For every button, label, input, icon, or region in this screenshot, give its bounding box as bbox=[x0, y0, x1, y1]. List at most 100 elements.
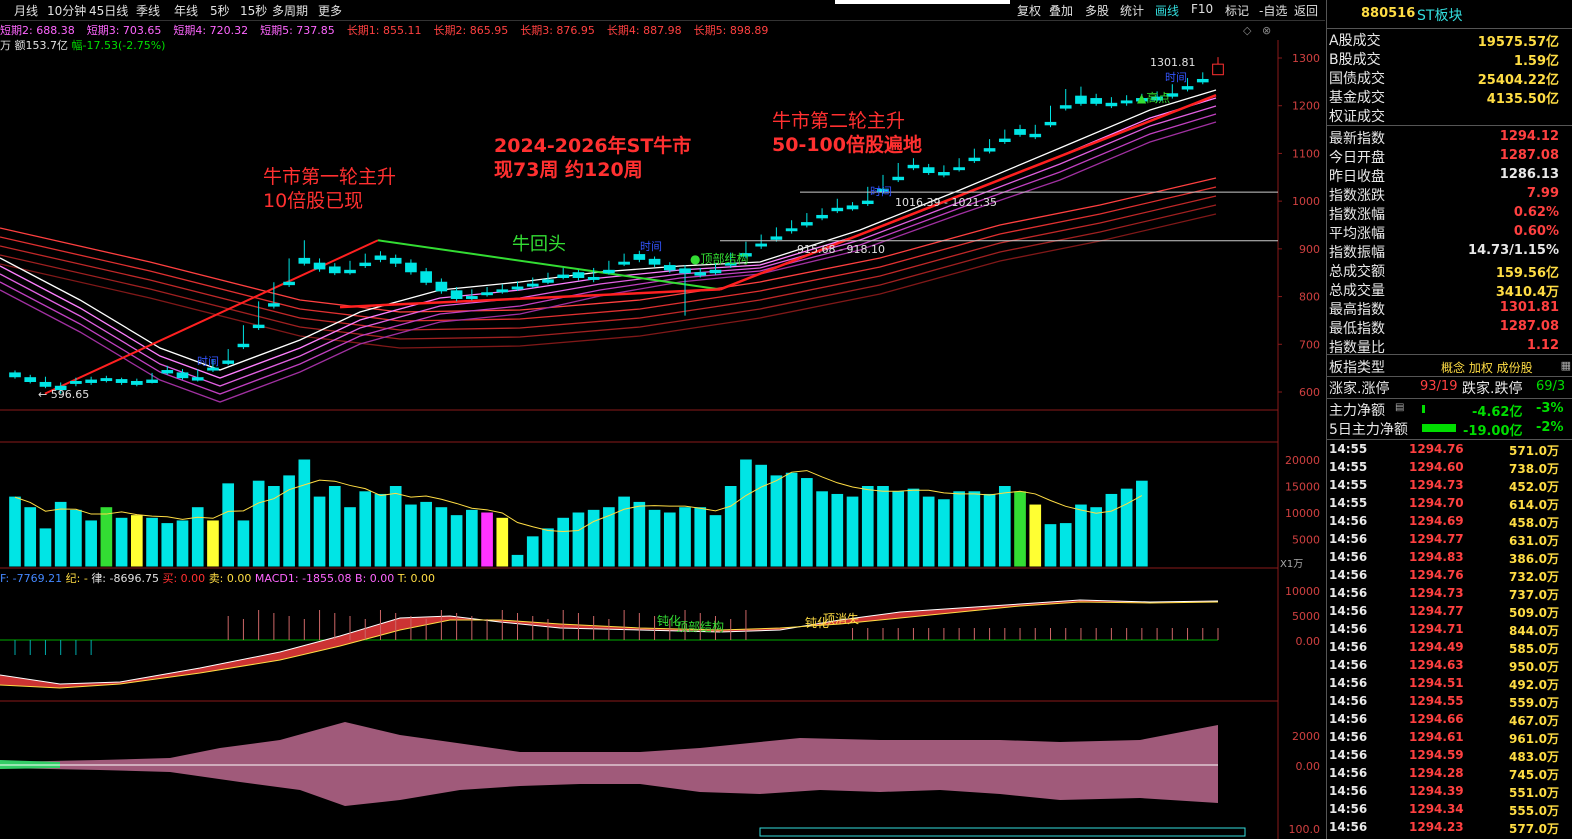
candle[interactable] bbox=[24, 377, 37, 383]
candle[interactable] bbox=[526, 283, 539, 287]
tool-button-6[interactable]: 标记 bbox=[1222, 1, 1252, 20]
candle[interactable] bbox=[1014, 129, 1026, 135]
tool-button-5[interactable]: F10 bbox=[1188, 1, 1216, 17]
tab-7[interactable]: 多周期 bbox=[272, 2, 308, 19]
tick-row[interactable]: 14:56 1294.49 585.0万 bbox=[1327, 639, 1572, 657]
candle[interactable] bbox=[176, 372, 189, 379]
tool-button-8[interactable]: 返回 bbox=[1291, 1, 1321, 20]
candle[interactable] bbox=[1181, 86, 1194, 90]
candle[interactable] bbox=[39, 381, 52, 387]
candle[interactable] bbox=[115, 379, 128, 383]
candle[interactable] bbox=[968, 157, 981, 162]
candle[interactable] bbox=[542, 279, 554, 283]
candle[interactable] bbox=[435, 281, 448, 292]
board-type-value[interactable]: 概念 加权 成份股 bbox=[1441, 359, 1533, 376]
candle[interactable] bbox=[557, 274, 570, 278]
candle[interactable] bbox=[70, 381, 82, 384]
candle[interactable] bbox=[709, 269, 722, 274]
candle[interactable] bbox=[785, 228, 798, 232]
candle[interactable] bbox=[100, 378, 113, 382]
candle[interactable] bbox=[85, 379, 97, 383]
tick-row[interactable]: 14:56 1294.63 950.0万 bbox=[1327, 657, 1572, 675]
tool-button-3[interactable]: 统计 bbox=[1117, 1, 1147, 20]
candle[interactable] bbox=[907, 164, 920, 169]
tick-row[interactable]: 14:56 1294.66 467.0万 bbox=[1327, 711, 1572, 729]
tick-row[interactable]: 14:56 1294.73 737.0万 bbox=[1327, 585, 1572, 603]
candle[interactable] bbox=[861, 200, 874, 205]
candle[interactable] bbox=[618, 261, 630, 265]
candle[interactable] bbox=[130, 381, 143, 385]
tab-3[interactable]: 季线 bbox=[136, 2, 160, 19]
candle[interactable] bbox=[922, 167, 935, 174]
tool-button-4[interactable]: 画线 bbox=[1152, 1, 1182, 20]
candle[interactable] bbox=[9, 372, 21, 378]
board-grid-icon[interactable]: ▦ bbox=[1561, 359, 1571, 372]
candle[interactable] bbox=[831, 207, 844, 212]
tab-4[interactable]: 年线 bbox=[174, 2, 198, 19]
candle[interactable] bbox=[1059, 105, 1072, 109]
candle[interactable] bbox=[892, 176, 905, 181]
tick-row[interactable]: 14:56 1294.77 631.0万 bbox=[1327, 531, 1572, 549]
candle[interactable] bbox=[313, 262, 326, 270]
candle[interactable] bbox=[648, 258, 661, 265]
candle[interactable] bbox=[938, 172, 950, 176]
candle[interactable] bbox=[268, 303, 280, 307]
tool-button-0[interactable]: 复权 bbox=[1014, 1, 1044, 20]
candle[interactable] bbox=[998, 138, 1011, 143]
tick-row[interactable]: 14:56 1294.71 844.0万 bbox=[1327, 621, 1572, 639]
tick-row[interactable]: 14:55 1294.60 738.0万 bbox=[1327, 459, 1572, 477]
candle[interactable] bbox=[374, 255, 387, 260]
candle[interactable] bbox=[572, 272, 585, 278]
candle[interactable] bbox=[633, 254, 646, 260]
candle[interactable] bbox=[1105, 102, 1118, 107]
candle[interactable] bbox=[466, 296, 478, 299]
tick-row[interactable]: 14:56 1294.76 732.0万 bbox=[1327, 567, 1572, 585]
tab-5[interactable]: 5秒 bbox=[210, 2, 230, 19]
candle[interactable] bbox=[1090, 98, 1103, 104]
candle[interactable] bbox=[953, 167, 965, 171]
candle[interactable] bbox=[359, 262, 372, 267]
tab-2[interactable]: 45日线 bbox=[89, 2, 128, 19]
tick-row[interactable]: 14:56 1294.23 577.0万 bbox=[1327, 819, 1572, 837]
candle[interactable] bbox=[496, 289, 509, 293]
candle[interactable] bbox=[694, 272, 707, 276]
candle[interactable] bbox=[1075, 95, 1087, 104]
candle[interactable] bbox=[1044, 121, 1057, 126]
candle[interactable] bbox=[816, 214, 828, 219]
toolbar-search-box[interactable] bbox=[835, 0, 1010, 4]
candle[interactable] bbox=[222, 360, 235, 364]
candle[interactable] bbox=[237, 343, 250, 348]
tick-row[interactable]: 14:56 1294.28 745.0万 bbox=[1327, 765, 1572, 783]
candle[interactable] bbox=[511, 286, 524, 290]
candle[interactable] bbox=[146, 379, 158, 383]
candle[interactable] bbox=[344, 269, 356, 274]
candle[interactable] bbox=[252, 324, 265, 329]
tool-button-2[interactable]: 多股 bbox=[1082, 1, 1112, 20]
candle[interactable] bbox=[481, 292, 493, 296]
candle[interactable] bbox=[161, 370, 174, 374]
candle[interactable] bbox=[983, 148, 996, 152]
tab-8[interactable]: 更多 bbox=[318, 2, 342, 19]
candle[interactable] bbox=[1029, 133, 1042, 138]
tab-0[interactable]: 月线 bbox=[14, 2, 38, 19]
candle[interactable] bbox=[283, 281, 295, 286]
tick-row[interactable]: 14:56 1294.39 551.0万 bbox=[1327, 783, 1572, 801]
tick-row[interactable]: 14:56 1294.55 559.0万 bbox=[1327, 693, 1572, 711]
tab-6[interactable]: 15秒 bbox=[240, 2, 267, 19]
candle[interactable] bbox=[450, 290, 463, 299]
candle[interactable] bbox=[389, 257, 402, 264]
tick-row[interactable]: 14:55 1294.70 614.0万 bbox=[1327, 495, 1572, 513]
candle[interactable] bbox=[191, 377, 204, 381]
tab-1[interactable]: 10分钟 bbox=[47, 2, 86, 19]
candle[interactable] bbox=[603, 269, 615, 274]
candle[interactable] bbox=[770, 236, 783, 240]
candle[interactable] bbox=[755, 243, 767, 247]
tick-row[interactable]: 14:56 1294.77 509.0万 bbox=[1327, 603, 1572, 621]
tick-row[interactable]: 14:56 1294.34 555.0万 bbox=[1327, 801, 1572, 819]
candle[interactable] bbox=[846, 205, 859, 210]
candle[interactable] bbox=[298, 257, 311, 264]
candle[interactable] bbox=[801, 222, 813, 226]
candle[interactable] bbox=[679, 268, 691, 274]
tick-row[interactable]: 14:56 1294.83 386.0万 bbox=[1327, 549, 1572, 567]
candle[interactable] bbox=[1196, 78, 1209, 83]
